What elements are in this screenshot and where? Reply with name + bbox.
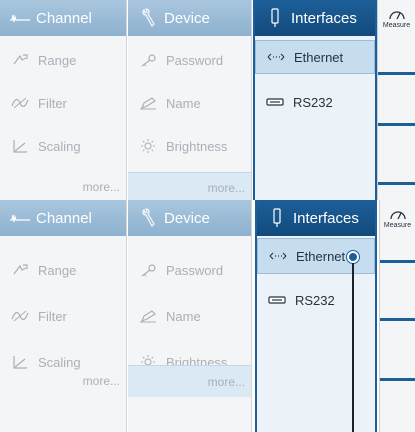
key-icon [138, 262, 158, 278]
waveform-icon [8, 208, 32, 228]
menu-item-name[interactable]: Name [128, 294, 251, 338]
measure-column[interactable]: Measure [379, 200, 415, 432]
menu-item-label: Ethernet [296, 248, 346, 264]
filter-wave-icon [10, 95, 30, 111]
menu-item-label: Scaling [38, 138, 81, 154]
key-icon [138, 52, 158, 68]
more-label: more... [207, 180, 245, 195]
tab-interfaces[interactable]: Interfaces [255, 0, 375, 36]
menu-item-rs232[interactable]: RS232 [255, 80, 375, 124]
tab-device[interactable]: Device [128, 0, 251, 36]
menu-item-label: Filter [38, 95, 67, 111]
tab-device-label: Device [164, 9, 210, 27]
range-arrow-icon [10, 52, 30, 68]
menu-item-label: Name [166, 95, 201, 111]
measure-divider [380, 318, 415, 321]
menu-item-password[interactable]: Password [128, 38, 251, 82]
measure-divider [378, 72, 415, 75]
more-label: more... [207, 374, 245, 389]
channel-column: Channel Range Filter Scaling more... [0, 200, 127, 432]
usb-plug-icon [263, 8, 287, 28]
interfaces-column: Interfaces Ethernet RS232 [253, 0, 377, 200]
menu-panel-bottom: Channel Range Filter Scaling more... Dev… [0, 200, 415, 432]
menu-item-label: RS232 [295, 292, 335, 308]
measure-divider [378, 123, 415, 126]
waveform-icon [8, 8, 32, 28]
menu-item-label: Password [166, 262, 224, 278]
menu-item-password[interactable]: Password [128, 248, 251, 292]
measure-label: Measure [383, 221, 412, 229]
wrench-icon [136, 208, 160, 228]
menu-item-scaling[interactable]: Scaling [0, 124, 126, 168]
selection-dot-indicator [347, 251, 359, 263]
channel-column: Channel Range Filter Scaling more... [0, 0, 127, 200]
menu-item-rs232[interactable]: RS232 [257, 278, 375, 322]
measure-divider [380, 378, 415, 381]
usb-plug-icon [265, 208, 289, 228]
more-label: more... [82, 180, 120, 194]
menu-panel-top: Channel Range Filter Scaling more... Dev… [0, 0, 415, 200]
menu-item-label: Range [38, 52, 77, 68]
interfaces-column: Interfaces Ethernet RS232 [255, 200, 377, 432]
tab-device[interactable]: Device [128, 200, 251, 236]
more-label: more... [82, 374, 120, 388]
menu-item-label: Password [166, 52, 224, 68]
menu-item-label: Brightness [166, 138, 228, 154]
tab-measure[interactable]: Measure [380, 200, 415, 236]
gauge-icon [388, 8, 406, 22]
rs232-connector-icon [267, 292, 287, 308]
tab-interfaces[interactable]: Interfaces [257, 200, 375, 236]
menu-item-name[interactable]: Name [128, 81, 251, 125]
menu-item-range[interactable]: Range [0, 38, 126, 82]
device-column: Device Password Name Brightness more... [128, 200, 252, 432]
gauge-icon [389, 208, 407, 222]
menu-item-label: Name [166, 308, 201, 324]
ethernet-arrows-icon [266, 49, 286, 65]
ethernet-arrows-icon [268, 248, 288, 264]
range-arrow-icon [10, 262, 30, 278]
pen-icon [138, 308, 158, 324]
tab-channel-label: Channel [36, 209, 92, 227]
menu-item-range[interactable]: Range [0, 248, 126, 292]
channel-more-link[interactable]: more... [0, 365, 126, 397]
tab-device-label: Device [164, 209, 210, 227]
menu-item-label: Range [38, 262, 77, 278]
pen-icon [138, 95, 158, 111]
menu-item-label: RS232 [293, 94, 333, 110]
channel-more-link[interactable]: more... [0, 172, 126, 200]
measure-label: Measure [382, 21, 411, 29]
tab-interfaces-label: Interfaces [291, 9, 357, 27]
tab-interfaces-label: Interfaces [293, 209, 359, 227]
scaling-axis-icon [10, 138, 30, 154]
wrench-icon [136, 8, 160, 28]
menu-item-brightness[interactable]: Brightness [128, 124, 251, 168]
sun-icon [138, 138, 158, 154]
filter-wave-icon [10, 308, 30, 324]
tab-channel[interactable]: Channel [0, 200, 126, 236]
device-more-link[interactable]: more... [128, 172, 251, 200]
selection-pointer-line [352, 263, 354, 432]
device-column: Device Password Name Brightness more... [128, 0, 252, 200]
menu-item-label: Ethernet [294, 49, 344, 65]
tab-measure[interactable]: Measure [378, 0, 415, 36]
measure-divider [378, 182, 415, 185]
device-more-link[interactable]: more... [128, 365, 251, 397]
rs232-connector-icon [265, 94, 285, 110]
menu-item-filter[interactable]: Filter [0, 81, 126, 125]
tab-channel[interactable]: Channel [0, 0, 126, 36]
measure-divider [380, 260, 415, 263]
measure-column[interactable]: Measure [377, 0, 415, 200]
menu-item-label: Filter [38, 308, 67, 324]
menu-item-filter[interactable]: Filter [0, 294, 126, 338]
tab-channel-label: Channel [36, 9, 92, 27]
menu-item-ethernet[interactable]: Ethernet [255, 40, 375, 74]
